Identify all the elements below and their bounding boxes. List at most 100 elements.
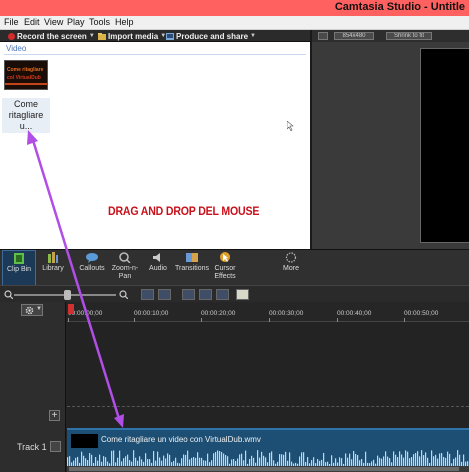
waveform-bar — [431, 450, 433, 466]
tab-library[interactable]: Library — [37, 250, 69, 286]
cut-button[interactable] — [182, 289, 195, 300]
waveform-bar — [403, 457, 405, 466]
tab-cursor-effects[interactable]: Cursor Effects — [209, 250, 241, 286]
thumb-bar — [5, 83, 47, 85]
menu-tools[interactable]: Tools — [89, 17, 110, 27]
waveform-bar — [123, 458, 125, 466]
copy-button[interactable] — [216, 289, 229, 300]
menu-file[interactable]: File — [4, 17, 19, 27]
undo-button[interactable] — [141, 289, 154, 300]
clip-thumbnail[interactable]: Come ritagliare col VirtualDub — [4, 60, 48, 90]
ruler-label: 00:00:50;00 — [404, 310, 439, 317]
waveform-bar — [265, 457, 267, 466]
tab-clip-bin[interactable]: Clip Bin — [2, 250, 36, 286]
redo-button[interactable] — [158, 289, 171, 300]
menu-view[interactable]: View — [44, 17, 63, 27]
tab-audio[interactable]: Audio — [143, 250, 173, 286]
waveform-bar — [417, 451, 419, 466]
clip-bin-panel[interactable]: Video Come ritagliare col VirtualDub Com… — [0, 42, 310, 249]
playhead[interactable] — [68, 304, 74, 314]
drag-drop-annotation: DRAG AND DROP DEL MOUSE — [108, 204, 260, 218]
preview-toolbar: 854x480 Shrink to fit — [312, 30, 469, 42]
waveform-bar — [113, 450, 115, 466]
waveform-bar — [345, 453, 347, 466]
waveform-bar — [249, 458, 251, 466]
track-1-options-button[interactable] — [50, 441, 61, 452]
menu-help[interactable]: Help — [115, 17, 134, 27]
waveform-bar — [219, 451, 221, 466]
preview-canvas[interactable] — [420, 48, 469, 243]
waveform-bar — [299, 456, 301, 466]
paste-button[interactable] — [236, 289, 249, 300]
waveform-bar — [285, 451, 287, 466]
section-divider — [4, 54, 306, 55]
ruler-label: 00:00:30;00 — [269, 310, 304, 317]
waveform-bar — [147, 459, 149, 466]
waveform-bar — [351, 459, 353, 466]
zoom-out-icon[interactable] — [4, 290, 13, 299]
fit-dropdown[interactable]: Shrink to fit — [386, 32, 432, 40]
waveform-bar — [455, 457, 457, 466]
waveform-bar — [239, 454, 241, 466]
add-track-button[interactable]: + — [49, 410, 60, 421]
waveform-bar — [383, 456, 385, 466]
waveform-bar — [117, 457, 119, 466]
scrollbar-thumb[interactable] — [69, 467, 459, 471]
timeline-horizontal-scrollbar[interactable] — [67, 466, 469, 472]
waveform-bar — [67, 457, 69, 466]
waveform-bar — [193, 457, 195, 466]
timeline-panel: ▼ + Track 1 00:00:00;00 00:00:10;00 00:0… — [0, 302, 469, 472]
menu-play[interactable]: Play — [67, 17, 85, 27]
waveform-bar — [413, 454, 415, 466]
produce-share-label: Produce and share — [176, 31, 249, 41]
thumb-text-line1: Come ritagliare — [7, 67, 44, 73]
waveform-bar — [257, 450, 259, 466]
tab-zoom-n-pan[interactable]: Zoom-n-Pan — [110, 250, 140, 286]
preview-panel: 854x480 Shrink to fit — [310, 30, 469, 279]
timeline-ruler[interactable]: 00:00:00;00 00:00:10;00 00:00:20;00 00:0… — [67, 302, 469, 322]
waveform-bar — [269, 452, 271, 466]
waveform-bar — [357, 455, 359, 466]
waveform-bar — [245, 450, 247, 466]
clip-label[interactable]: Come ritagliare u... — [2, 98, 50, 133]
dimensions-dropdown[interactable]: 854x480 — [334, 32, 374, 40]
waveform-bar — [323, 452, 325, 466]
record-icon — [8, 32, 15, 40]
tab-transitions-label: Transitions — [175, 265, 209, 272]
tab-transitions[interactable]: Transitions — [173, 250, 211, 286]
timeline-settings-button[interactable]: ▼ — [21, 304, 43, 316]
waveform-bar — [377, 455, 379, 466]
preview-toggle-button[interactable] — [318, 32, 328, 40]
waveform-bar — [427, 457, 429, 466]
zoom-in-icon[interactable] — [119, 290, 128, 299]
waveform-bar — [159, 457, 161, 466]
waveform-bar — [221, 451, 223, 466]
waveform-bar — [91, 454, 93, 466]
waveform-bar — [175, 457, 177, 466]
waveform-bar — [83, 455, 85, 466]
tab-callouts[interactable]: Callouts — [74, 250, 110, 286]
record-screen-button[interactable]: Record the screen ▼ — [8, 31, 95, 41]
timeline-clip[interactable]: Come ritagliare un video con VirtualDub.… — [67, 428, 469, 466]
produce-share-button[interactable]: Produce and share ▼ — [166, 31, 256, 41]
waveform-bar — [387, 456, 389, 466]
empty-track-lane[interactable] — [67, 406, 469, 407]
waveform-bar — [425, 452, 427, 466]
zoom-slider-knob[interactable] — [64, 290, 71, 300]
waveform-bar — [125, 456, 127, 466]
waveform-bar — [379, 457, 381, 466]
audio-waveform — [67, 450, 469, 466]
waveform-bar — [389, 458, 391, 466]
menu-edit[interactable]: Edit — [24, 17, 40, 27]
waveform-bar — [89, 453, 91, 466]
waveform-bar — [183, 454, 185, 466]
waveform-bar — [401, 454, 403, 466]
waveform-bar — [103, 456, 105, 466]
waveform-bar — [237, 458, 239, 466]
split-button[interactable] — [199, 289, 212, 300]
more-tabs-button[interactable]: More — [275, 250, 307, 286]
track-header-column: ▼ + Track 1 — [0, 302, 66, 472]
import-media-button[interactable]: Import media ▼ — [98, 31, 166, 41]
more-label: More — [283, 265, 299, 272]
waveform-bar — [353, 450, 355, 466]
